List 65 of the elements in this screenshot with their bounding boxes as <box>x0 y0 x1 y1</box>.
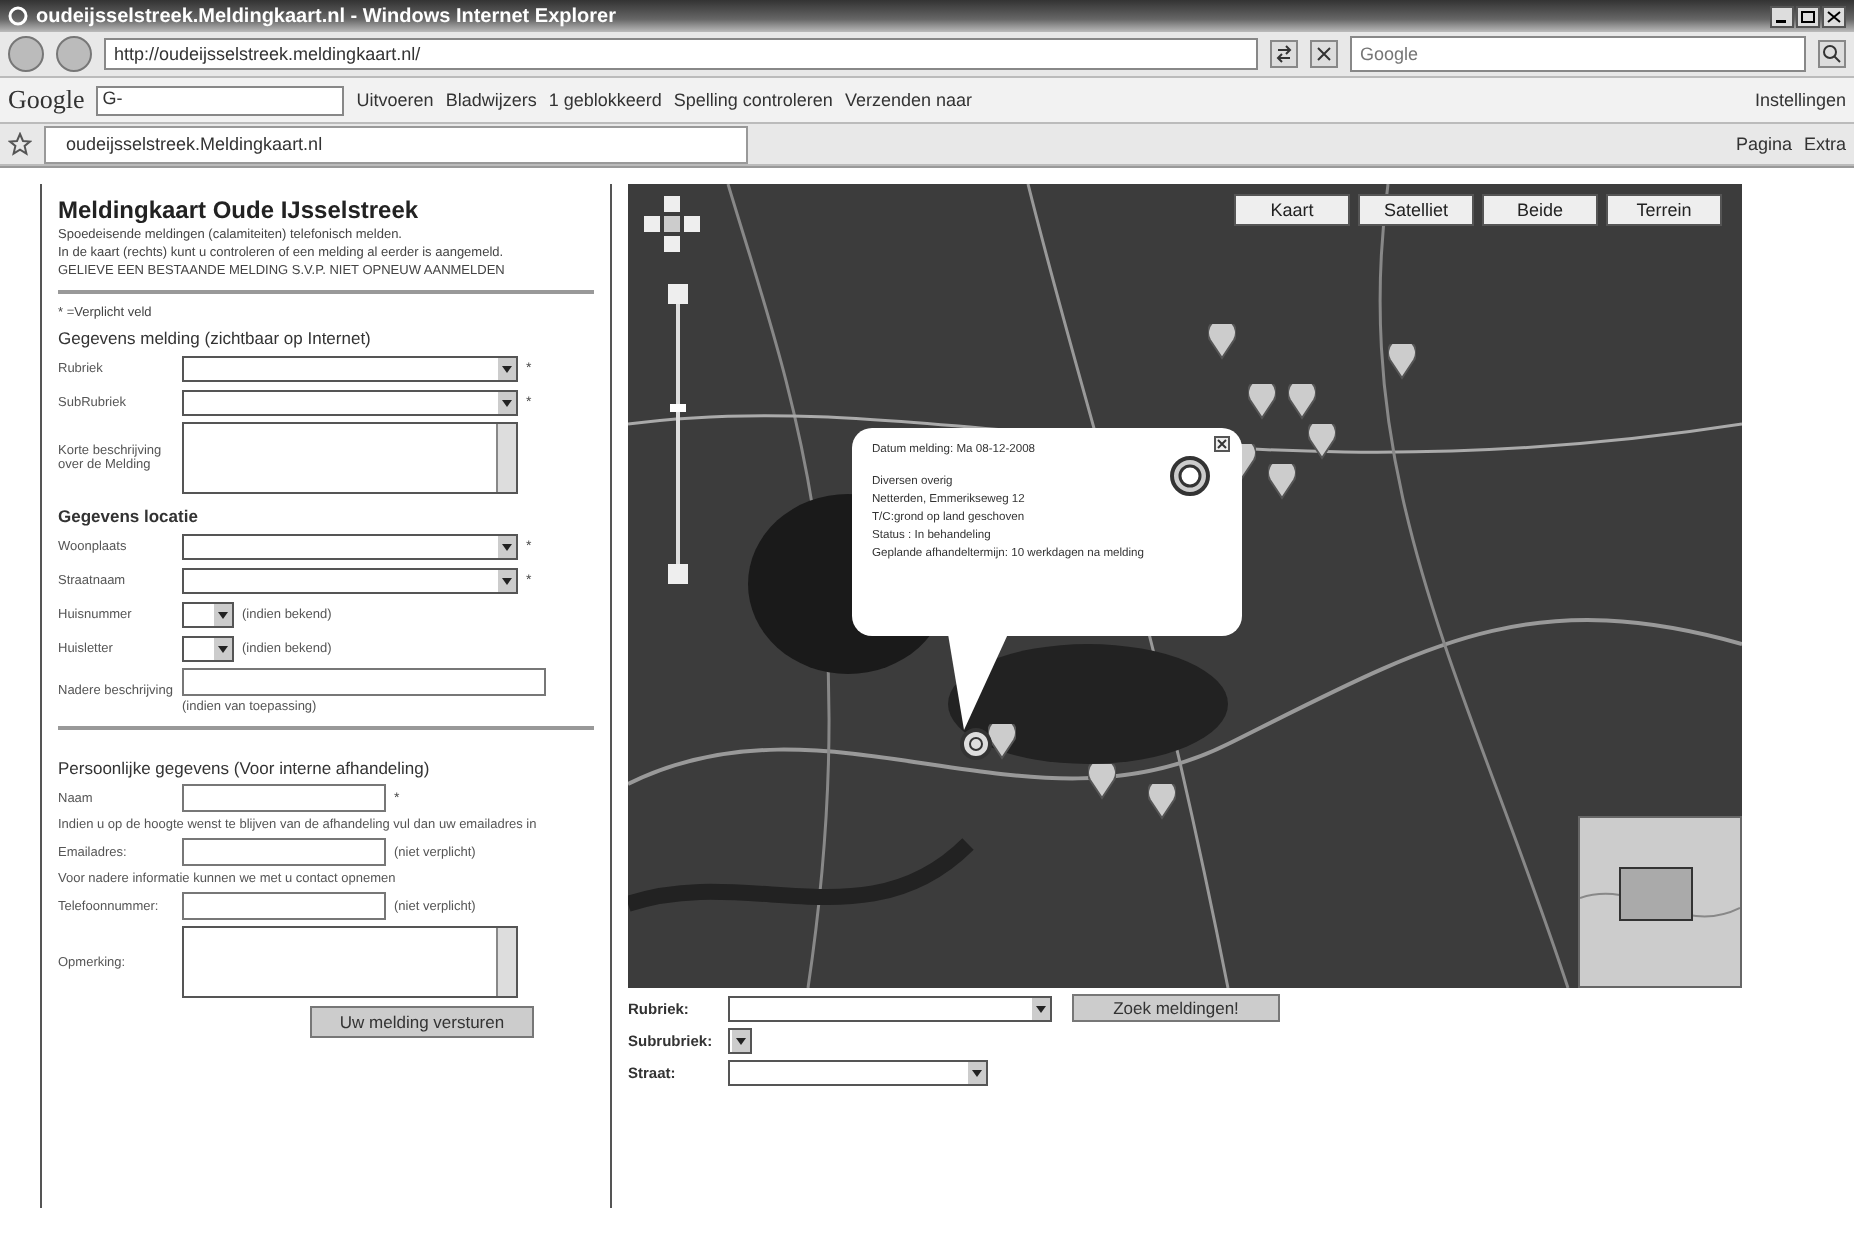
stop-icon[interactable] <box>1310 40 1338 68</box>
section-heading: Persoonlijke gegevens (Voor interne afhandeling) <box>58 758 432 778</box>
search-icon[interactable] <box>1818 40 1846 68</box>
map-type-button[interactable]: Satelliet <box>1358 194 1474 226</box>
section-heading: Gegevens melding (zichtbaar op Internet) <box>58 328 373 348</box>
toolbar-item[interactable]: Uitvoeren <box>356 90 434 110</box>
overview-map-drawing[interactable] <box>1578 816 1742 988</box>
command-item[interactable]: Extra <box>1803 134 1846 154</box>
map-pin-icon[interactable] <box>1388 344 1416 380</box>
toolbar-search-field[interactable]: G- <box>96 85 345 115</box>
back-icon[interactable] <box>8 36 44 72</box>
submit-button[interactable]: Uw melding versturen <box>310 1006 534 1038</box>
close-icon[interactable] <box>1822 5 1846 27</box>
scrollbar[interactable] <box>496 424 516 492</box>
dropdown-field[interactable] <box>182 355 518 381</box>
browser-tab[interactable]: oudeijsselstreek.Meldingkaart.nl <box>44 125 748 163</box>
pan-control-icon[interactable] <box>644 196 700 252</box>
address-field[interactable]: http://oudeijsselstreek.meldingkaart.nl/ <box>104 38 1258 70</box>
dropdown-field[interactable] <box>728 995 1052 1021</box>
map-pin-icon[interactable] <box>1208 324 1236 360</box>
browser-icon <box>8 6 28 26</box>
settings-item[interactable]: Instellingen <box>1754 90 1846 110</box>
toolbar-item[interactable]: Verzenden naar <box>844 90 972 110</box>
close-icon[interactable] <box>1214 436 1230 452</box>
maximize-icon[interactable] <box>1796 5 1820 27</box>
page-title: Meldingkaart Oude IJsselstreek <box>58 196 421 224</box>
dropdown-field[interactable] <box>728 1060 988 1086</box>
toolbar-item[interactable]: Spelling controleren <box>673 90 833 110</box>
command-item[interactable]: Pagina <box>1735 134 1792 154</box>
textarea-field[interactable] <box>182 422 518 494</box>
window-title: oudeijsselstreek.Meldingkaart.nl - Windows Internet Explorer <box>36 5 618 27</box>
input-field[interactable] <box>182 668 546 696</box>
map-pin-icon[interactable] <box>1148 784 1176 820</box>
refresh-icon[interactable] <box>1270 40 1298 68</box>
search-field[interactable]: Google <box>1350 36 1806 72</box>
target-icon <box>1170 456 1210 496</box>
toolbar-item[interactable]: Bladwijzers <box>445 90 537 110</box>
map-pin-icon[interactable] <box>1288 384 1316 420</box>
target-marker-icon[interactable] <box>960 728 992 760</box>
toolbar-item[interactable]: 1 geblokkeerd <box>548 90 662 110</box>
dropdown-field[interactable] <box>182 635 234 661</box>
input-field[interactable] <box>182 892 386 920</box>
toolbar-logo: Google <box>8 84 85 116</box>
input-field[interactable] <box>182 784 386 812</box>
input-field[interactable] <box>182 838 386 866</box>
dropdown-field[interactable] <box>182 533 518 559</box>
star-icon[interactable] <box>8 132 32 156</box>
dropdown-field[interactable] <box>182 389 518 415</box>
zoom-slider-icon[interactable] <box>668 284 688 584</box>
search-button[interactable]: Zoek meldingen! <box>1072 994 1280 1022</box>
dropdown-field[interactable] <box>182 601 234 627</box>
scrollbar[interactable] <box>496 928 516 996</box>
map-type-button[interactable]: Terrein <box>1606 194 1722 226</box>
map-pin-icon[interactable] <box>1308 424 1336 460</box>
minimize-icon[interactable] <box>1770 5 1794 27</box>
section-heading: Gegevens locatie <box>58 506 200 526</box>
map-pin-icon[interactable] <box>1248 384 1276 420</box>
forward-icon[interactable] <box>56 36 92 72</box>
map-type-button[interactable]: Kaart <box>1234 194 1350 226</box>
map-pin-icon[interactable] <box>1088 764 1116 800</box>
map-pin-icon[interactable] <box>1268 464 1296 500</box>
map-type-button[interactable]: Beide <box>1482 194 1598 226</box>
map-pin-icon[interactable] <box>988 724 1016 760</box>
dropdown-field[interactable] <box>182 567 518 593</box>
textarea-field[interactable] <box>182 926 518 998</box>
